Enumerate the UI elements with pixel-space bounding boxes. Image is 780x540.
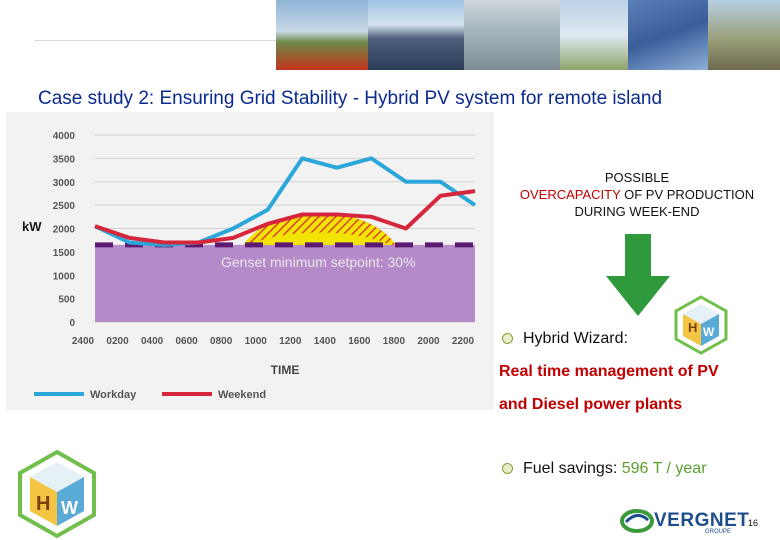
- y-tick-label: 1500: [53, 248, 76, 259]
- legend-label-weekend: Weekend: [218, 389, 266, 401]
- y-tick-label: 1000: [53, 271, 76, 282]
- y-tick-label: 3000: [53, 178, 76, 189]
- x-tick-label: 1800: [383, 336, 406, 347]
- x-tick-label: 1400: [314, 336, 337, 347]
- y-tick-label: 4000: [53, 131, 76, 142]
- hybrid-wizard-label: Hybrid Wizard:: [523, 330, 628, 347]
- genset-label: Genset minimum setpoint: 30%: [221, 254, 416, 270]
- y-tick-label: 0: [69, 318, 75, 329]
- x-tick-label: 0600: [176, 336, 199, 347]
- y-tick-label: 2500: [53, 201, 76, 212]
- hybrid-wizard-large-logo-icon: H W: [18, 449, 96, 539]
- page-number: 16: [748, 518, 759, 528]
- x-tick-label: 2200: [452, 336, 475, 347]
- legend-label-workday: Workday: [90, 389, 137, 401]
- x-tick-label: 1200: [279, 336, 302, 347]
- bullet-fuel-savings: Fuel savings: 596 T / year: [502, 460, 707, 478]
- svg-text:W: W: [61, 498, 78, 518]
- overcapacity-note: POSSIBLE OVERCAPACITY OF PV PRODUCTION D…: [498, 169, 776, 220]
- y-tick-label: 3500: [53, 154, 76, 165]
- bullet-dot-icon: [502, 463, 513, 475]
- x-axis-title: TIME: [271, 363, 300, 377]
- note-line-2: OVERCAPACITY OF PV PRODUCTION: [498, 186, 776, 203]
- hybrid-desc-line-2: and Diesel power plants: [499, 396, 683, 413]
- note-line-1: POSSIBLE: [604, 170, 670, 185]
- x-tick-label: 0800: [210, 336, 233, 347]
- note-overcapacity: OVERCAPACITY: [519, 187, 621, 202]
- fuel-savings-value: 596 T / year: [621, 460, 707, 477]
- y-tick-label: 500: [58, 295, 75, 306]
- bullet-dot-icon: [502, 333, 513, 345]
- x-tick-label: 1600: [348, 336, 371, 347]
- x-tick-label: 1000: [245, 336, 268, 347]
- bullet-hybrid-wizard: Hybrid Wizard:: [502, 330, 628, 348]
- y-tick-label: 2000: [53, 225, 76, 236]
- hybrid-wizard-logo-icon: H W: [674, 295, 728, 355]
- x-tick-label: 2000: [417, 336, 440, 347]
- y-axis-label: kW: [22, 219, 42, 234]
- vergnet-swirl-icon: [620, 509, 654, 533]
- vergnet-wordmark: VERGNET: [654, 510, 750, 531]
- x-tick-label: 0200: [106, 336, 129, 347]
- x-tick-label: 0400: [141, 336, 164, 347]
- svg-text:W: W: [703, 325, 715, 339]
- x-tick-label: 2400: [72, 336, 95, 347]
- vergnet-subtitle: GROUPE: [705, 529, 732, 535]
- note-line-3: DURING WEEK-END: [574, 204, 700, 219]
- down-arrow-icon: [606, 234, 670, 316]
- svg-text:H: H: [36, 493, 50, 515]
- svg-text:H: H: [688, 320, 697, 335]
- note-line-2-rest: OF PV PRODUCTION: [620, 187, 755, 202]
- fuel-savings-label: Fuel savings:: [523, 460, 622, 477]
- hybrid-desc-line-1: Real time management of PV: [499, 363, 719, 380]
